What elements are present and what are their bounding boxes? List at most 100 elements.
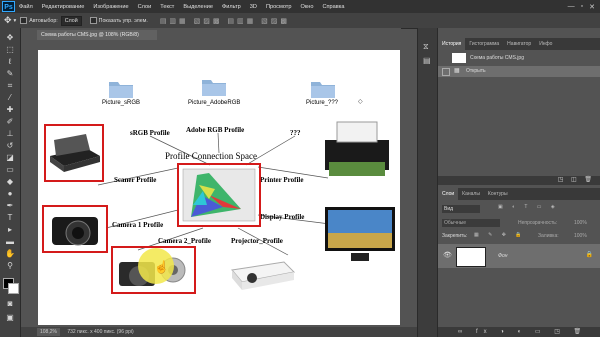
autoselect-checkbox[interactable]: [20, 17, 28, 24]
zoom-tool-icon[interactable]: ⚲: [4, 260, 16, 271]
layer-filter-row: Вид ▣ ◐ T ▭ ◈: [438, 204, 600, 214]
layer-filter-icons[interactable]: ▣ ◐ T ▭ ◈: [498, 204, 559, 210]
close-icon[interactable]: ✕: [589, 3, 595, 11]
background-color-swatch[interactable]: [8, 283, 19, 294]
menu-help[interactable]: Справка: [322, 4, 344, 10]
properties-panel-icon[interactable]: ▤: [423, 56, 431, 65]
blend-row: Обычные Непрозрачность: 100%: [438, 218, 600, 228]
hand-cursor-icon: ☝: [154, 260, 169, 274]
fill-value[interactable]: 100%: [574, 233, 587, 239]
menu-edit[interactable]: Редактирование: [42, 4, 85, 10]
pen-tool-icon[interactable]: ✒: [4, 200, 16, 211]
stamp-tool-icon[interactable]: ⊥: [4, 128, 16, 139]
path-select-icon[interactable]: ▸: [4, 224, 16, 235]
tool-preset-chevron-icon[interactable]: ▾: [14, 18, 17, 24]
tab-channels[interactable]: Каналы: [458, 188, 484, 200]
shape-tool-icon[interactable]: ▬: [4, 236, 16, 247]
move-tool-icon[interactable]: ✥: [4, 32, 16, 43]
menu-layers[interactable]: Слои: [138, 4, 152, 10]
dodge-tool-icon[interactable]: ●: [4, 188, 16, 199]
hand-tool-icon[interactable]: ✋: [4, 248, 16, 259]
gradient-tool-icon[interactable]: ▭: [4, 164, 16, 175]
menu-view[interactable]: Просмотр: [266, 4, 292, 10]
quick-mask-icon[interactable]: ◙: [4, 298, 16, 309]
blur-tool-icon[interactable]: ◆: [4, 176, 16, 187]
label-scanner-profile: Scaner Profile: [114, 176, 157, 184]
camera1-box: [42, 205, 108, 253]
history-snapshot[interactable]: Схема работы CMS.jpg: [438, 52, 600, 65]
panels-dock: История Гистограмма Навигатор Инфо Схема…: [437, 28, 600, 337]
layer-thumbnail: [456, 247, 486, 267]
history-panel-tabs: История Гистограмма Навигатор Инфо: [438, 38, 600, 50]
camera1-image: [52, 217, 98, 246]
history-brush-icon[interactable]: ↺: [4, 140, 16, 151]
menu-filter[interactable]: Фильтр: [222, 4, 241, 10]
zoom-level[interactable]: 108,2%: [37, 328, 60, 336]
history-panel-footer: ◳ ◫ 🗑: [438, 176, 600, 185]
menu-select[interactable]: Выделение: [183, 4, 213, 10]
layer-row-background[interactable]: 👁 Фон 🔒: [438, 244, 600, 268]
snapshot-label: Схема работы CMS.jpg: [470, 55, 524, 61]
label-srgb-profile: sRGB Profile: [130, 129, 170, 137]
label-printer-profile: Printer Profile: [260, 176, 304, 184]
lock-icons[interactable]: ▦ ✎ ✥ 🔒: [474, 232, 526, 238]
tab-layers[interactable]: Слои: [438, 188, 459, 200]
crop-tool-icon[interactable]: ⌗: [4, 80, 16, 91]
chromaticity-diagram-image: [182, 168, 256, 222]
eraser-tool-icon[interactable]: ◪: [4, 152, 16, 163]
menu-text[interactable]: Текст: [160, 4, 174, 10]
tab-info[interactable]: Инфо: [535, 38, 556, 50]
history-step-checkbox[interactable]: [442, 68, 450, 76]
document-tab[interactable]: Схема работы CMS.jpg @ 108% (RGB/8): [37, 30, 157, 40]
layer-name: Фон: [498, 253, 508, 259]
document-canvas[interactable]: Picture_sRGB Picture_AdobeRGB Picture_??…: [38, 50, 400, 325]
label-projector-profile: Projector_Profile: [231, 237, 283, 245]
screen-mode-icon[interactable]: ▣: [4, 312, 16, 323]
layer-filter-select[interactable]: Вид: [442, 205, 480, 213]
autoselect-select[interactable]: Слой: [60, 15, 82, 26]
tab-navigator[interactable]: Навигатор: [503, 38, 535, 50]
projector-image: [231, 261, 296, 290]
tab-paths[interactable]: Контуры: [484, 188, 512, 200]
blend-mode-select[interactable]: Обычные: [442, 219, 500, 227]
move-tool-icon[interactable]: ✥: [4, 15, 12, 26]
history-actions-icons[interactable]: ◳ ◫ 🗑: [558, 176, 595, 183]
align-icons[interactable]: ▤▥▦ ▧▨▩ ▤▥▦ ▧▨▩: [160, 17, 290, 25]
label-adobe-profile: Adobe RGB Profile: [186, 126, 245, 134]
tab-histogram[interactable]: Гистограмма: [465, 38, 503, 50]
status-bar: 108,2% 732 пикс. х 400 пикс. (96 ppi): [21, 327, 417, 337]
label-camera1-profile: Camera 1 Profile: [112, 221, 164, 229]
menu-window[interactable]: Окно: [300, 4, 313, 10]
menu-3d[interactable]: 3D: [250, 4, 257, 10]
lasso-tool-icon[interactable]: ℓ: [4, 56, 16, 67]
label-pcs: Profile Connection Space: [165, 151, 257, 161]
menu-image[interactable]: Изображение: [93, 4, 128, 10]
marquee-tool-icon[interactable]: ⬚: [4, 44, 16, 55]
history-step[interactable]: ▦ Открыть: [438, 66, 600, 77]
printer-image: [325, 121, 389, 176]
minimize-icon[interactable]: —: [568, 3, 575, 10]
monitor-image: [325, 207, 395, 261]
autoselect-label: Автовыбор:: [29, 17, 58, 24]
lock-label: Закрепить:: [442, 233, 468, 239]
layers-actions-icons[interactable]: ∞ fx ◑ ◐ ▭ ◳ 🗑: [458, 328, 587, 335]
opacity-value[interactable]: 100%: [574, 220, 587, 226]
visibility-eye-icon[interactable]: 👁: [443, 251, 452, 259]
scanner-image: [50, 134, 100, 172]
quick-select-tool-icon[interactable]: ✎: [4, 68, 16, 79]
label-unknown-profile: ???: [290, 129, 301, 137]
brush-tool-icon[interactable]: ✐: [4, 116, 16, 127]
menu-file[interactable]: Файл: [19, 4, 33, 10]
tab-history[interactable]: История: [438, 38, 466, 50]
photoshop-logo: Ps: [2, 1, 15, 12]
show-controls-checkbox[interactable]: [89, 17, 97, 24]
opacity-label: Непрозрачность:: [518, 220, 558, 226]
menu-bar: Ps Файл Редактирование Изображение Слои …: [0, 0, 600, 13]
show-controls-label: Показать упр. элем.: [98, 17, 148, 24]
type-tool-icon[interactable]: T: [4, 212, 16, 223]
eyedropper-tool-icon[interactable]: ⁄: [4, 92, 16, 103]
maximize-icon[interactable]: ▫: [581, 3, 583, 10]
history-panel-icon[interactable]: ⧖: [423, 42, 429, 52]
label-display-profile: Display Profile: [260, 213, 305, 221]
healing-tool-icon[interactable]: ✚: [4, 104, 16, 115]
